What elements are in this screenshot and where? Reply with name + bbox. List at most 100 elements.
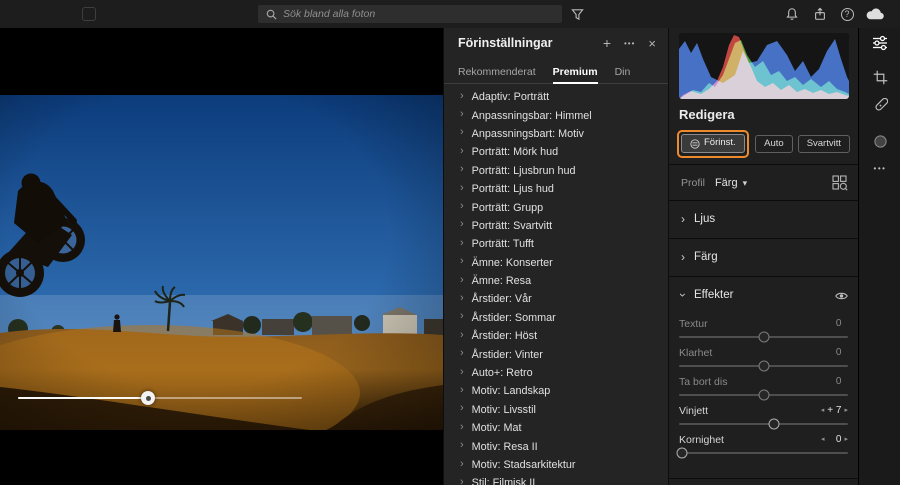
preset-group-label: Motiv: Livsstil	[471, 403, 536, 416]
presets-tab[interactable]: Rekommenderat	[458, 62, 536, 83]
more-tools-icon[interactable]: •••	[872, 160, 888, 176]
presets-button[interactable]: Förinst.	[681, 134, 745, 153]
slider-label: Vinjett	[679, 404, 708, 417]
preset-group-row[interactable]: › Porträtt: Svartvitt	[444, 217, 668, 235]
chevron-right-icon: ›	[460, 273, 464, 286]
preset-group-row[interactable]: › Ämne: Konserter	[444, 254, 668, 272]
section-ljus[interactable]: › Ljus	[669, 201, 858, 237]
preset-group-row[interactable]: › Ämne: Resa	[444, 272, 668, 290]
slider-track[interactable]	[679, 359, 848, 373]
chevron-right-icon: ›	[460, 108, 464, 121]
preset-group-row[interactable]: › Årstider: Sommar	[444, 309, 668, 327]
preset-group-row[interactable]: › Motiv: Stadsarkitektur	[444, 456, 668, 474]
slider-value: 0	[835, 318, 842, 329]
chevron-right-icon: ›	[460, 383, 464, 396]
preset-group-row[interactable]: › Stil: Filmisk II	[444, 474, 668, 485]
preset-group-row[interactable]: › Anpassningsbar: Himmel	[444, 106, 668, 124]
chevron-right-icon: ›	[460, 365, 464, 378]
preset-group-row[interactable]: › Anpassningsbart: Motiv	[444, 125, 668, 143]
slider-value: 0	[835, 376, 842, 387]
video-scrubber-handle[interactable]	[141, 391, 155, 405]
slider-knob[interactable]	[768, 418, 780, 430]
slider-track[interactable]	[679, 388, 848, 402]
chevron-right-icon: ›	[460, 475, 464, 485]
presets-header: Förinställningar + ••• ×	[444, 28, 668, 58]
preset-group-row[interactable]: › Motiv: Livsstil	[444, 401, 668, 419]
slider-track[interactable]	[676, 446, 848, 460]
presets-more-icon[interactable]: •••	[624, 39, 635, 48]
chevron-right-icon: ›	[460, 236, 464, 249]
stepper-decrease-icon[interactable]: ◂	[821, 407, 825, 414]
search-box[interactable]	[258, 5, 562, 23]
chevron-right-icon: ›	[460, 181, 464, 194]
preset-group-label: Adaptiv: Porträtt	[471, 91, 550, 104]
preset-button-highlight: Förinst.	[677, 130, 749, 158]
healing-brush-icon[interactable]	[872, 97, 888, 113]
section-farg[interactable]: › Färg	[669, 239, 858, 275]
preset-group-row[interactable]: › Porträtt: Tufft	[444, 235, 668, 253]
slider-knob[interactable]	[758, 389, 769, 401]
scrubber-handle-dot	[145, 395, 151, 401]
create-preset-icon[interactable]: +	[603, 35, 611, 51]
top-bar: ?	[0, 0, 900, 28]
edit-buttons-row: Förinst. Auto Svartvitt	[677, 129, 850, 159]
preset-group-row[interactable]: › Porträtt: Ljus hud	[444, 180, 668, 198]
chevron-right-icon: ›	[460, 200, 464, 213]
crop-icon[interactable]	[872, 69, 888, 85]
preset-group-row[interactable]: › Porträtt: Ljusbrun hud	[444, 162, 668, 180]
slider-label: Ta bort dis	[679, 375, 728, 388]
chevron-right-icon: ›	[460, 420, 464, 433]
presets-tabs: Rekommenderat Premium Din	[444, 62, 668, 84]
masking-icon[interactable]	[872, 133, 888, 149]
app-grid-icon[interactable]	[82, 7, 96, 21]
preset-group-row[interactable]: › Auto+: Retro	[444, 364, 668, 382]
preset-group-row[interactable]: › Porträtt: Grupp	[444, 198, 668, 216]
section-label: Färg	[694, 251, 718, 263]
black-white-button[interactable]: Svartvitt	[797, 134, 850, 154]
stepper-increase-icon[interactable]: ▸	[844, 436, 848, 443]
preset-group-label: Porträtt: Tufft	[471, 238, 534, 251]
presets-tab[interactable]: Din	[615, 62, 631, 83]
profile-row: Profil Färg ▾	[669, 168, 858, 198]
filter-icon[interactable]	[569, 6, 585, 22]
cloud-sync-icon[interactable]	[864, 6, 886, 22]
notifications-bell-icon[interactable]	[784, 6, 800, 22]
profile-browser-icon[interactable]	[832, 175, 848, 196]
preset-group-row[interactable]: › Motiv: Mat	[444, 419, 668, 437]
slider-knob[interactable]	[758, 331, 769, 343]
tab-label: Din	[614, 65, 631, 78]
slider-value: 0	[835, 347, 842, 358]
chevron-right-icon: ›	[460, 439, 464, 452]
slider-row: Vinjett ◂ + 7 ▸	[679, 404, 848, 433]
preset-group-row[interactable]: › Årstider: Vår	[444, 290, 668, 308]
preset-group-row[interactable]: › Årstider: Vinter	[444, 345, 668, 363]
profile-value-dropdown[interactable]: Färg	[715, 177, 738, 189]
help-icon[interactable]: ?	[839, 6, 855, 22]
presets-tab[interactable]: Premium	[552, 62, 598, 84]
stepper-decrease-icon[interactable]: ◂	[821, 436, 825, 443]
preset-group-row[interactable]: › Adaptiv: Porträtt	[444, 88, 668, 106]
share-icon[interactable]	[812, 6, 828, 22]
preset-group-row[interactable]: › Årstider: Höst	[444, 327, 668, 345]
preset-group-label: Porträtt: Svartvitt	[471, 219, 553, 232]
slider-track[interactable]	[679, 330, 848, 344]
preset-group-row[interactable]: › Motiv: Resa II	[444, 437, 668, 455]
section-effekter[interactable]: › Effekter	[669, 277, 858, 313]
eye-visibility-icon[interactable]	[835, 288, 848, 306]
slider-knob[interactable]	[676, 447, 688, 459]
close-presets-icon[interactable]: ×	[648, 36, 656, 51]
slider-row: Textur ◂ 0 ▸	[679, 317, 848, 346]
caret-down-icon[interactable]: ▾	[743, 178, 748, 189]
preset-group-row[interactable]: › Motiv: Landskap	[444, 382, 668, 400]
preset-group-row[interactable]: › Porträtt: Mörk hud	[444, 143, 668, 161]
video-scrubber-track[interactable]	[18, 397, 302, 399]
search-input[interactable]	[283, 8, 554, 20]
slider-knob[interactable]	[758, 360, 769, 372]
preset-group-label: Auto+: Retro	[471, 367, 533, 380]
chevron-right-icon: ›	[681, 250, 685, 264]
slider-track[interactable]	[679, 417, 848, 431]
video-frame-bmx-rider[interactable]	[0, 95, 443, 430]
stepper-increase-icon[interactable]: ▸	[844, 407, 848, 414]
auto-button[interactable]: Auto	[755, 134, 793, 154]
edit-sliders-icon[interactable]	[872, 35, 888, 51]
